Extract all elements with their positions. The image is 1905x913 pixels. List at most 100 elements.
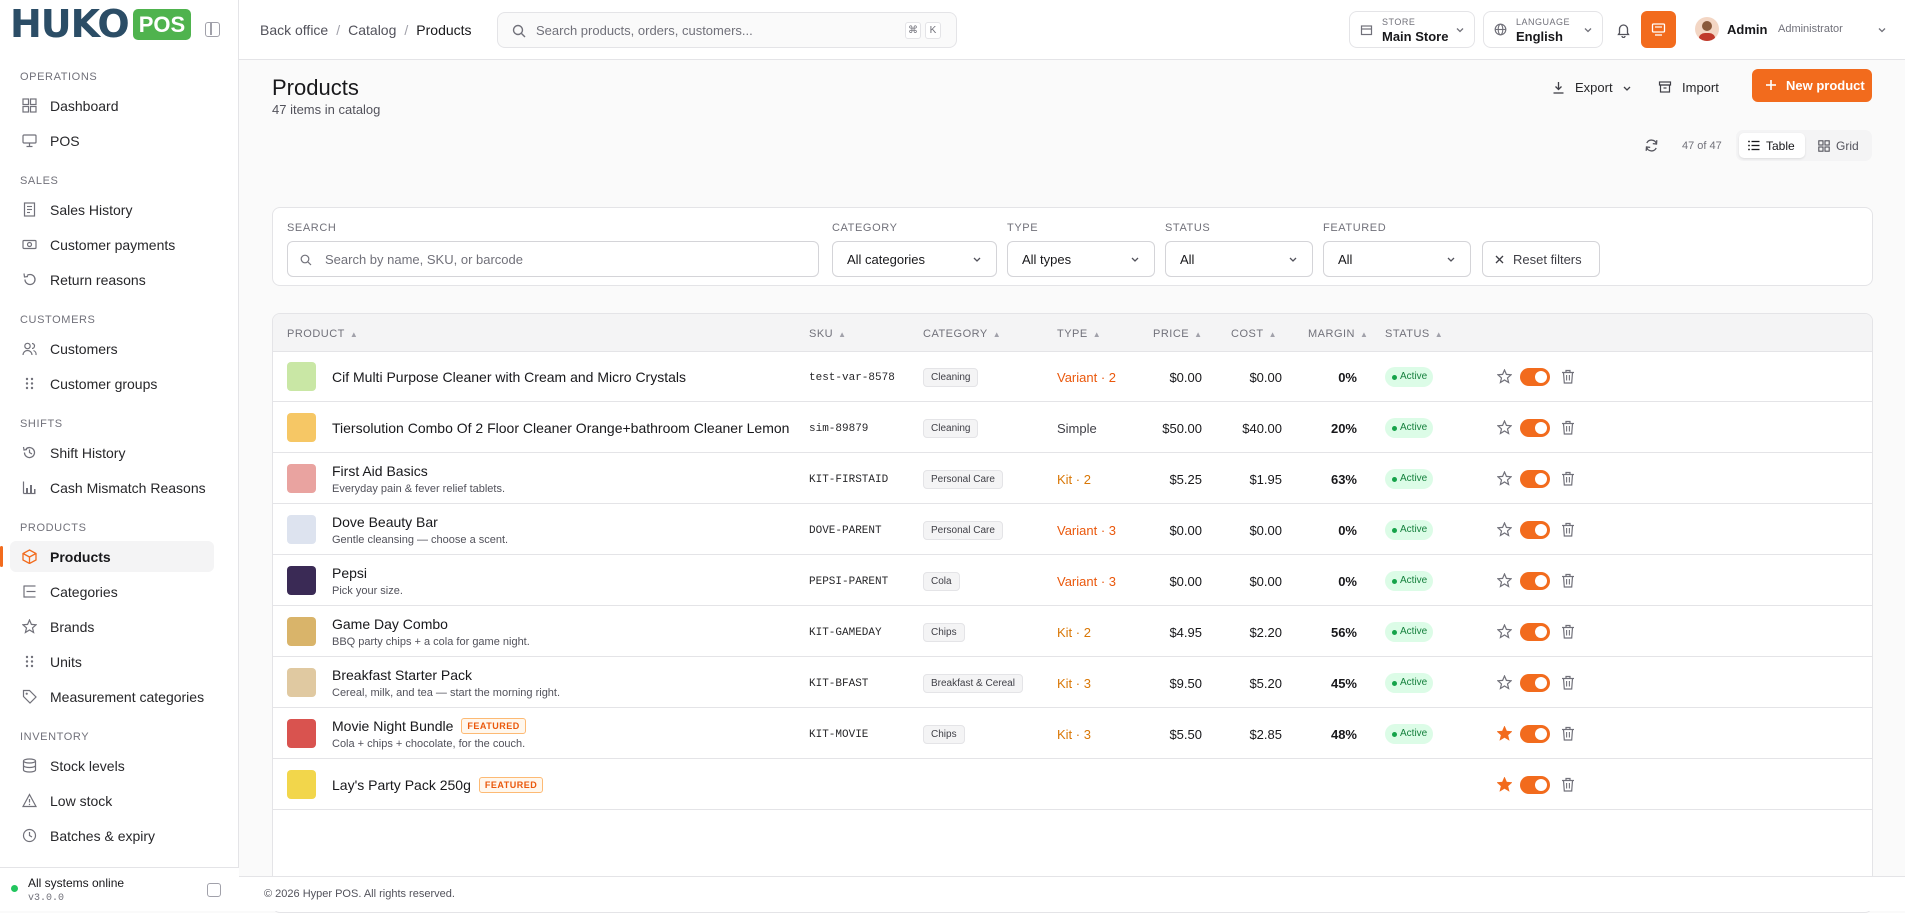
star-icon[interactable] bbox=[1497, 573, 1512, 588]
import-button[interactable]: Import bbox=[1658, 71, 1728, 105]
sidebar-item-low-stock[interactable]: Low stock bbox=[10, 785, 214, 816]
sidebar-item-return-reasons[interactable]: Return reasons bbox=[10, 264, 214, 295]
product-name[interactable]: Cif Multi Purpose Cleaner with Cream and… bbox=[332, 369, 686, 385]
product-sku: KIT-BFAST bbox=[809, 678, 869, 690]
column-header-cost[interactable]: COST ▲ bbox=[1231, 328, 1277, 340]
sidebar-item-measurement-categories[interactable]: Measurement categories bbox=[10, 681, 214, 712]
view-grid-button[interactable]: Grid bbox=[1809, 133, 1869, 158]
active-toggle[interactable] bbox=[1520, 776, 1550, 794]
trash-icon[interactable] bbox=[1561, 624, 1575, 639]
active-toggle[interactable] bbox=[1520, 521, 1550, 539]
star-filled-icon[interactable] bbox=[1497, 726, 1512, 741]
table-row[interactable]: Pepsi Pick your size. PEPSI-PARENT Cola … bbox=[273, 555, 1872, 606]
product-name[interactable]: Movie Night Bundle FEATURED bbox=[332, 718, 526, 734]
product-cost: $40.00 bbox=[1242, 421, 1282, 436]
star-icon[interactable] bbox=[1497, 369, 1512, 384]
column-header-sku[interactable]: SKU ▲ bbox=[809, 328, 847, 340]
sidebar-item-shift-history[interactable]: Shift History bbox=[10, 437, 214, 468]
trash-icon[interactable] bbox=[1561, 420, 1575, 435]
user-name[interactable]: Admin bbox=[1727, 22, 1767, 37]
type-select[interactable]: All types bbox=[1007, 241, 1155, 277]
star-icon[interactable] bbox=[1497, 675, 1512, 690]
language-selector[interactable]: LANGUAGE English bbox=[1483, 11, 1603, 48]
product-name[interactable]: Game Day Combo bbox=[332, 616, 448, 632]
star-icon[interactable] bbox=[1497, 471, 1512, 486]
star-filled-icon[interactable] bbox=[1497, 777, 1512, 792]
column-header-product[interactable]: PRODUCT ▲ bbox=[287, 328, 358, 340]
column-header-margin[interactable]: MARGIN ▲ bbox=[1308, 328, 1368, 340]
table-row[interactable]: Breakfast Starter Pack Cereal, milk, and… bbox=[273, 657, 1872, 708]
avatar[interactable] bbox=[1695, 17, 1719, 41]
table-row[interactable]: Movie Night Bundle FEATURED Cola + chips … bbox=[273, 708, 1872, 759]
global-search-input[interactable]: Search products, orders, customers... ⌘ … bbox=[497, 12, 957, 48]
sidebar-item-customer-groups[interactable]: Customer groups bbox=[10, 368, 214, 399]
filter-featured-label: FEATURED bbox=[1323, 222, 1387, 234]
active-toggle[interactable] bbox=[1520, 623, 1550, 641]
sidebar-item-units[interactable]: Units bbox=[10, 646, 214, 677]
breadcrumb-catalog[interactable]: Catalog bbox=[348, 22, 396, 38]
column-header-category[interactable]: CATEGORY ▲ bbox=[923, 328, 1001, 340]
trash-icon[interactable] bbox=[1561, 573, 1575, 588]
export-button[interactable]: Export bbox=[1552, 71, 1632, 105]
category-select[interactable]: All categories bbox=[832, 241, 997, 277]
sidebar-item-sales-history[interactable]: Sales History bbox=[10, 194, 214, 225]
view-table-button[interactable]: Table bbox=[1739, 133, 1805, 158]
product-name[interactable]: Dove Beauty Bar bbox=[332, 514, 438, 530]
column-header-type[interactable]: TYPE ▲ bbox=[1057, 328, 1101, 340]
breadcrumb-back-office[interactable]: Back office bbox=[260, 22, 328, 38]
status-select[interactable]: All bbox=[1165, 241, 1313, 277]
featured-select[interactable]: All bbox=[1323, 241, 1471, 277]
star-icon[interactable] bbox=[1497, 420, 1512, 435]
filter-search-input[interactable]: Search by name, SKU, or barcode bbox=[287, 241, 819, 277]
product-name[interactable]: Pepsi bbox=[332, 565, 367, 581]
product-name[interactable]: Tiersolution Combo Of 2 Floor Cleaner Or… bbox=[332, 420, 789, 436]
new-product-button[interactable]: New product bbox=[1752, 69, 1872, 102]
reset-filters-button[interactable]: Reset filters bbox=[1482, 241, 1600, 277]
sidebar-item-customers[interactable]: Customers bbox=[10, 333, 214, 364]
trash-icon[interactable] bbox=[1561, 675, 1575, 690]
active-toggle[interactable] bbox=[1520, 368, 1550, 386]
sidebar-item-customer-payments[interactable]: Customer payments bbox=[10, 229, 214, 260]
trash-icon[interactable] bbox=[1561, 522, 1575, 537]
sidebar-collapse-icon[interactable] bbox=[205, 22, 220, 37]
table-row[interactable]: Tiersolution Combo Of 2 Floor Cleaner Or… bbox=[273, 402, 1872, 453]
table-row[interactable]: First Aid Basics Everyday pain & fever r… bbox=[273, 453, 1872, 504]
sidebar-item-dashboard[interactable]: Dashboard bbox=[10, 90, 214, 121]
star-icon[interactable] bbox=[1497, 522, 1512, 537]
active-toggle[interactable] bbox=[1520, 572, 1550, 590]
logo[interactable]: HUKO POS bbox=[10, 5, 192, 43]
sidebar-item-products[interactable]: Products bbox=[0, 541, 214, 572]
product-name[interactable]: Lay's Party Pack 250g FEATURED bbox=[332, 777, 544, 793]
collapse-panel-icon[interactable] bbox=[207, 883, 221, 897]
sidebar-item-categories[interactable]: Categories bbox=[10, 576, 214, 607]
active-toggle[interactable] bbox=[1520, 470, 1550, 488]
column-header-price[interactable]: PRICE ▲ bbox=[1153, 328, 1203, 340]
sidebar-item-stock-levels[interactable]: Stock levels bbox=[10, 750, 214, 781]
store-selector[interactable]: STORE Main Store bbox=[1349, 11, 1475, 48]
product-thumbnail bbox=[287, 617, 316, 646]
open-pos-button[interactable] bbox=[1641, 11, 1676, 48]
refresh-icon[interactable] bbox=[1644, 138, 1659, 153]
sidebar-item-brands[interactable]: Brands bbox=[10, 611, 214, 642]
star-icon[interactable] bbox=[1497, 624, 1512, 639]
active-toggle[interactable] bbox=[1520, 674, 1550, 692]
table-row[interactable]: Cif Multi Purpose Cleaner with Cream and… bbox=[273, 352, 1872, 402]
trash-icon[interactable] bbox=[1561, 777, 1575, 792]
trash-icon[interactable] bbox=[1561, 471, 1575, 486]
trash-icon[interactable] bbox=[1561, 726, 1575, 741]
chevron-down-icon[interactable] bbox=[1877, 25, 1887, 35]
product-name[interactable]: Breakfast Starter Pack bbox=[332, 667, 472, 683]
active-toggle[interactable] bbox=[1520, 419, 1550, 437]
trash-icon[interactable] bbox=[1561, 369, 1575, 384]
sidebar-item-cash-mismatch-reasons[interactable]: Cash Mismatch Reasons bbox=[10, 472, 214, 503]
status-badge: Active bbox=[1385, 418, 1433, 438]
table-row[interactable]: Lay's Party Pack 250g FEATURED bbox=[273, 759, 1872, 810]
table-row[interactable]: Game Day Combo BBQ party chips + a cola … bbox=[273, 606, 1872, 657]
product-name[interactable]: First Aid Basics bbox=[332, 463, 428, 479]
table-row[interactable]: Dove Beauty Bar Gentle cleansing — choos… bbox=[273, 504, 1872, 555]
bell-icon[interactable] bbox=[1616, 22, 1631, 38]
sidebar-item-batches-expiry[interactable]: Batches & expiry bbox=[10, 820, 214, 851]
sidebar-item-pos[interactable]: POS bbox=[10, 125, 214, 156]
active-toggle[interactable] bbox=[1520, 725, 1550, 743]
column-header-status[interactable]: STATUS ▲ bbox=[1385, 328, 1443, 340]
